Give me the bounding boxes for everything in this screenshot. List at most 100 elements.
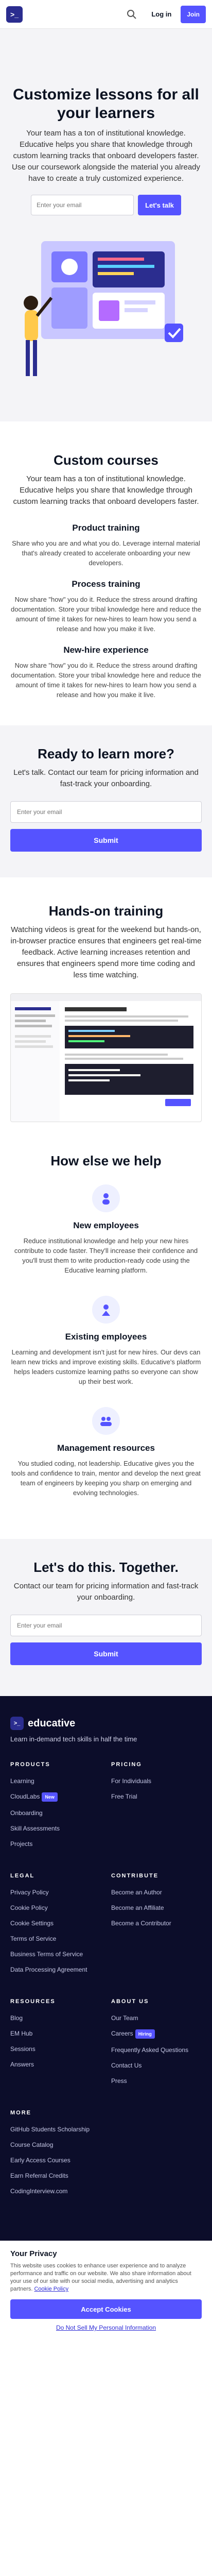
together-section: Let's do this. Together. Contact our tea… [0, 1539, 212, 1696]
hero-title: Customize lessons for all your learners [13, 86, 199, 122]
footer-link[interactable]: Early Access Courses [10, 2156, 101, 2164]
hands-on-text: Watching videos is great for the weekend… [10, 925, 202, 979]
footer-brand[interactable]: >_ educative [10, 1717, 202, 1730]
how-we-help-section: How else we help New employees Reduce in… [0, 1138, 212, 1539]
footer-link-label: Sessions [10, 2045, 36, 2053]
footer-link[interactable]: Business Terms of Service [10, 1950, 101, 1958]
footer-link[interactable]: Frequently Asked Questions [111, 2046, 202, 2054]
hero-subtitle: Your team has a ton of institutional kno… [11, 129, 201, 183]
footer-link-label: Cookie Policy [10, 1904, 48, 1911]
footer-link[interactable]: Free Trial [111, 1792, 202, 1801]
footer-link-label: Terms of Service [10, 1935, 57, 1942]
footer-link-label: For Individuals [111, 1777, 152, 1785]
course-screenshot [10, 993, 202, 1122]
together-submit-button[interactable]: Submit [10, 1642, 202, 1665]
footer-link[interactable]: Become a Contributor [111, 1919, 202, 1927]
hands-on-title: Hands-on training [48, 903, 164, 919]
footer-link[interactable]: Earn Referral Credits [10, 2172, 101, 2180]
footer-link[interactable]: Become an Author [111, 1888, 202, 1896]
hero-email-form: Let's talk [10, 195, 202, 215]
footer-link-label: Press [111, 2077, 127, 2084]
educative-logo[interactable]: >_ [6, 6, 23, 23]
footer-link-label: CodingInterview.com [10, 2188, 68, 2195]
feature-text: Now share "how" you do it. Reduce the st… [10, 662, 201, 699]
join-button[interactable]: Join [181, 5, 206, 23]
site-header: >_ Log in Join [0, 0, 212, 29]
footer-link-label: Contact Us [111, 2062, 142, 2069]
ready-submit-button[interactable]: Submit [10, 829, 202, 852]
growth-icon [92, 1296, 120, 1324]
footer-column-heading: MORE [10, 2110, 31, 2116]
footer-column-heading: PRODUCTS [10, 1761, 50, 1768]
cookie-policy-link[interactable]: Cookie Policy [34, 2286, 68, 2292]
footer-column-heading: PRICING [111, 1761, 142, 1768]
ready-title: Ready to learn more? [38, 746, 174, 761]
footer-link-label: Learning [10, 1777, 34, 1785]
feature-product-training: Product training Share who you are and w… [10, 523, 202, 568]
footer-link-label: Early Access Courses [10, 2157, 70, 2164]
footer-link[interactable]: Cookie Settings [10, 1919, 101, 1927]
together-title: Let's do this. Together. [33, 1560, 179, 1575]
do-not-sell-link[interactable]: Do Not Sell My Personal Information [10, 2324, 202, 2331]
footer-link[interactable]: EM Hub [10, 2029, 101, 2038]
footer-row: LEGAL Privacy Policy Cookie Policy Cookie S… [10, 1873, 202, 1981]
footer-link[interactable]: Onboarding [10, 1809, 101, 1817]
ready-text: Let's talk. Contact our team for pricing… [13, 768, 199, 788]
footer-link[interactable]: For Individuals [111, 1777, 202, 1785]
together-text: Contact our team for pricing information… [13, 1582, 199, 1602]
feature-process-training: Process training Now share "how" you do … [10, 579, 202, 634]
footer-link[interactable]: Skill Assessments [10, 1824, 101, 1833]
footer-link-label: CloudLabs [10, 1793, 40, 1800]
custom-courses-lead: Your team has a ton of institutional kno… [13, 474, 199, 506]
login-button[interactable]: Log in [146, 6, 176, 22]
footer-column-legal: LEGAL Privacy Policy Cookie Policy Cookie S… [10, 1873, 101, 1981]
footer-link[interactable]: Our Team [111, 2014, 202, 2022]
footer-link-label: GitHub Students Scholarship [10, 2126, 90, 2133]
footer-link[interactable]: Blog [10, 2014, 101, 2022]
footer-link-label: Our Team [111, 2014, 138, 2022]
together-form: Submit [10, 1615, 202, 1665]
hands-on-section: Hands-on training Watching videos is gre… [0, 877, 212, 1138]
footer-link-label: Careers [111, 2030, 133, 2037]
footer-row: MORE GitHub Students Scholarship Course Ca… [10, 2110, 202, 2202]
help-item-text: Learning and development isn't just for … [11, 1348, 201, 1385]
footer-link[interactable]: CloudLabs New [10, 1792, 101, 1802]
footer-link[interactable]: Terms of Service [10, 1935, 101, 1943]
footer-link[interactable]: GitHub Students Scholarship [10, 2125, 101, 2133]
footer-column-spacer [111, 2110, 202, 2202]
footer-link[interactable]: Privacy Policy [10, 1888, 101, 1896]
footer-link-label: Become an Affiliate [111, 1904, 164, 1911]
footer-link[interactable]: Learning [10, 1777, 101, 1785]
footer-link[interactable]: Become an Affiliate [111, 1904, 202, 1912]
feature-title: New-hire experience [63, 645, 149, 655]
together-email-input[interactable] [10, 1615, 202, 1636]
footer-link[interactable]: Press [111, 2077, 202, 2085]
person-icon [92, 1184, 120, 1212]
footer-link[interactable]: CodingInterview.com [10, 2187, 101, 2195]
footer-column-about-us: ABOUT US Our Team Careers Hiring Frequently … [111, 1998, 202, 2092]
footer-link[interactable]: Answers [10, 2060, 101, 2069]
accept-cookies-button[interactable]: Accept Cookies [10, 2299, 202, 2319]
footer-link[interactable]: Course Catalog [10, 2141, 101, 2149]
lets-talk-button[interactable]: Let's talk [138, 195, 181, 215]
custom-courses-section: Custom courses Your team has a ton of in… [0, 421, 212, 725]
search-icon[interactable] [127, 9, 137, 20]
feature-title: Process training [72, 579, 140, 589]
feature-text: Now share "how" you do it. Reduce the st… [10, 596, 201, 633]
hero-email-input[interactable] [31, 195, 134, 215]
footer-link[interactable]: Cookie Policy [10, 1904, 101, 1912]
ready-email-input[interactable] [10, 801, 202, 823]
privacy-banner: Your Privacy This website uses cookies t… [0, 2241, 212, 2342]
footer-column-heading: CONTRIBUTE [111, 1873, 159, 1879]
team-dashboard-illustration [24, 241, 183, 376]
footer-column-products: PRODUCTS Learning CloudLabs New Onboarding Sk… [10, 1761, 101, 1855]
footer-link[interactable]: Careers Hiring [111, 2029, 202, 2039]
course-player-screenshot [11, 994, 201, 1122]
footer-link[interactable]: Sessions [10, 2045, 101, 2053]
ready-form: Submit [10, 801, 202, 852]
footer-link[interactable]: Data Processing Agreement [10, 1965, 101, 1974]
help-existing-employees: Existing employees Learning and developm… [10, 1296, 202, 1386]
how-we-help-title: How else we help [50, 1153, 162, 1168]
footer-link[interactable]: Contact Us [111, 2061, 202, 2070]
footer-link[interactable]: Projects [10, 1840, 101, 1848]
